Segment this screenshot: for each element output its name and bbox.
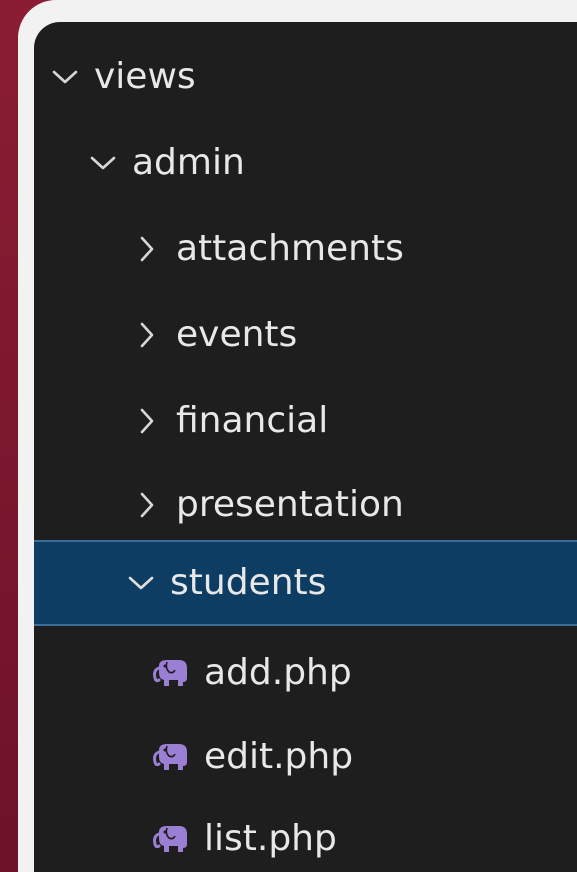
php-elephant-icon (152, 653, 192, 693)
tree-item-label: views (94, 56, 196, 97)
file-item-label: edit.php (204, 736, 354, 777)
php-elephant-icon (152, 737, 192, 777)
chevron-down-icon (126, 563, 156, 603)
file-item-label: add.php (204, 652, 352, 693)
tree-item-label: attachments (176, 228, 404, 269)
file-item-label: list.php (204, 818, 337, 859)
chevron-right-icon (132, 229, 162, 269)
php-elephant-icon (152, 819, 192, 859)
tree-item-attachments[interactable]: attachments (34, 206, 577, 292)
chevron-right-icon (132, 401, 162, 441)
tree-item-events[interactable]: events (34, 292, 577, 378)
tree-item-label: presentation (176, 484, 404, 525)
tree-item-views[interactable]: views (34, 34, 577, 120)
file-item-list-php[interactable]: list.php (34, 796, 577, 872)
chevron-down-icon (50, 57, 80, 97)
chevron-down-icon (88, 143, 118, 183)
tree-item-financial[interactable]: financial (34, 378, 577, 464)
tree-item-admin[interactable]: admin (34, 120, 577, 206)
file-item-add-php[interactable]: add.php (34, 630, 577, 716)
file-explorer-panel: views admin attachments events financial… (34, 22, 577, 872)
chevron-right-icon (132, 315, 162, 355)
tree-item-label: admin (132, 142, 245, 183)
file-item-edit-php[interactable]: edit.php (34, 714, 577, 800)
tree-item-label: students (170, 562, 327, 603)
tree-item-students[interactable]: students (34, 540, 577, 626)
chevron-right-icon (132, 485, 162, 525)
tree-item-presentation[interactable]: presentation (34, 462, 577, 548)
tree-item-label: financial (176, 400, 329, 441)
tree-item-label: events (176, 314, 298, 355)
